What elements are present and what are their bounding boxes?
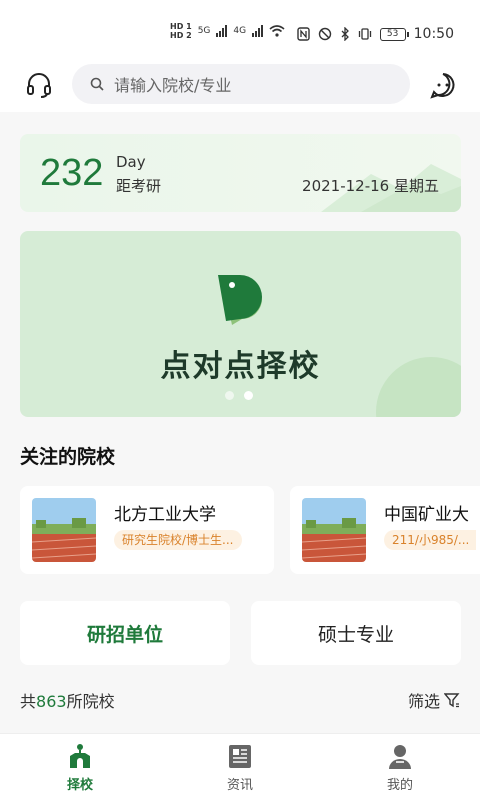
- search-icon: [90, 77, 104, 91]
- nav-item-news[interactable]: 资讯: [200, 742, 280, 793]
- hd1-label: HD 1: [170, 22, 192, 31]
- status-right: 53 10:50: [296, 26, 454, 42]
- network-5g-label: 5G: [197, 26, 211, 36]
- mountain-decoration: [321, 164, 461, 212]
- app-logo-icon: [218, 275, 262, 325]
- tab-recruiting-units[interactable]: 研招单位: [20, 601, 230, 665]
- countdown-label: 距考研: [116, 177, 162, 195]
- search-placeholder: 请输入院校/专业: [114, 76, 232, 95]
- network-4g-label: 4G: [233, 26, 247, 36]
- count-suffix: 所院校: [66, 692, 115, 711]
- countdown-date: 2021-12-16 星期五: [302, 177, 439, 195]
- bluetooth-icon: [341, 27, 349, 41]
- message-icon[interactable]: [428, 70, 458, 100]
- nav-label-news: 资讯: [226, 778, 253, 793]
- signal-icon: [216, 25, 228, 37]
- headset-icon[interactable]: [24, 70, 54, 100]
- school-tag: 研究生院校/博士生...: [114, 530, 242, 550]
- clock: 10:50: [413, 26, 454, 42]
- countdown-unit: Day: [116, 153, 146, 171]
- status-left: HD 1 HD 2 5G 4G: [170, 22, 285, 40]
- promo-banner[interactable]: 点对点择校: [20, 231, 461, 417]
- news-icon: [229, 745, 251, 768]
- nav-item-profile[interactable]: 我的: [360, 742, 440, 793]
- school-card[interactable]: 中国矿业大 211/小985/...: [290, 486, 480, 574]
- signal-icon-2: [252, 25, 264, 37]
- wifi-icon: [269, 25, 285, 37]
- filter-button[interactable]: 筛选: [408, 688, 460, 712]
- vibrate-icon: [358, 28, 371, 40]
- nav-label-school: 择校: [66, 778, 93, 793]
- school-tag: 211/小985/...: [384, 530, 476, 550]
- school-image: [302, 498, 366, 562]
- carousel-dot[interactable]: [225, 391, 234, 400]
- filter-icon: [444, 693, 460, 708]
- school-count: 共863所院校: [20, 688, 115, 712]
- battery-icon: 53: [379, 27, 409, 41]
- nfc-icon: [296, 27, 310, 41]
- status-bar: HD 1 HD 2 5G 4G 53 10:50: [0, 0, 480, 60]
- school-card[interactable]: 北方工业大学 研究生院校/博士生...: [20, 486, 274, 574]
- search-input[interactable]: 请输入院校/专业: [72, 64, 410, 104]
- filter-label: 筛选: [407, 692, 440, 711]
- school-icon: [70, 744, 90, 768]
- nav-item-school[interactable]: 择校: [40, 742, 120, 793]
- carousel-dot-active[interactable]: [244, 391, 253, 400]
- banner-title: 点对点择校: [160, 349, 321, 384]
- section-title-followed: 关注的院校: [20, 446, 116, 468]
- school-name: 中国矿业大: [384, 505, 469, 525]
- profile-icon: [389, 745, 411, 769]
- mute-icon: [318, 27, 331, 41]
- bottom-nav: 择校 资讯 我的: [0, 733, 480, 800]
- hd-indicator: HD 1 HD 2: [170, 22, 192, 40]
- exam-countdown-card: 232 Day 距考研 2021-12-16 星期五: [20, 134, 461, 212]
- hd2-label: HD 2: [170, 31, 192, 40]
- count-prefix: 共: [20, 692, 37, 711]
- countdown-days: 232: [40, 152, 104, 194]
- top-header: 请输入院校/专业: [0, 60, 480, 112]
- school-image: [32, 498, 96, 562]
- nav-label-profile: 我的: [386, 778, 413, 793]
- tab-master-majors[interactable]: 硕士专业: [251, 601, 461, 665]
- count-number: 863: [36, 692, 67, 711]
- school-name: 北方工业大学: [114, 505, 216, 525]
- carousel-dots: [225, 391, 253, 400]
